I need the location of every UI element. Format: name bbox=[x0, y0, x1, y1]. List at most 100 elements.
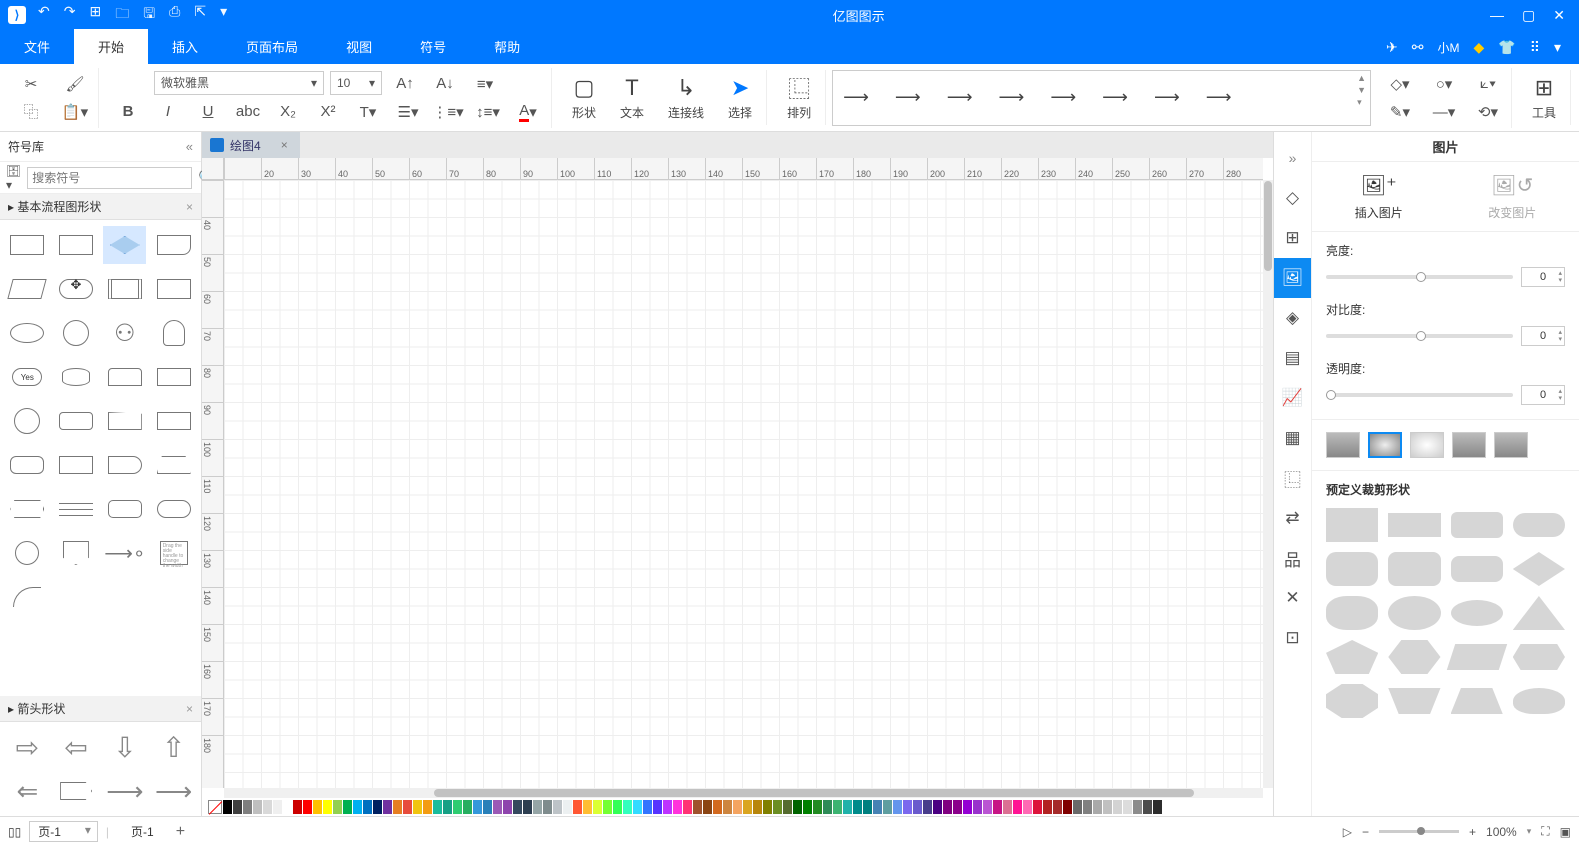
fill-icon[interactable]: ◇▾ bbox=[1383, 71, 1417, 97]
ribbon-shape[interactable]: ▢形状 bbox=[564, 72, 604, 123]
line-icon[interactable]: ✎▾ bbox=[1383, 99, 1417, 125]
color-swatch[interactable] bbox=[373, 800, 382, 814]
export-icon[interactable]: ⇱ bbox=[194, 3, 206, 27]
shape-person[interactable]: ⚇ bbox=[103, 314, 146, 352]
color-swatch[interactable] bbox=[763, 800, 772, 814]
color-swatch[interactable] bbox=[263, 800, 272, 814]
crop-roundsq[interactable] bbox=[1326, 552, 1378, 586]
shape-trap[interactable] bbox=[152, 446, 195, 484]
color-swatch[interactable] bbox=[423, 800, 432, 814]
color-swatch[interactable] bbox=[1063, 800, 1072, 814]
no-color-swatch[interactable] bbox=[208, 800, 222, 814]
crop-octagon[interactable] bbox=[1326, 684, 1378, 718]
shape-circle3[interactable] bbox=[6, 534, 49, 572]
ribbon-connector[interactable]: ↳连接线 bbox=[660, 72, 712, 123]
color-swatch[interactable] bbox=[963, 800, 972, 814]
play-icon[interactable]: ▷ bbox=[1343, 825, 1352, 839]
numbering-icon[interactable]: ⋮≡▾ bbox=[431, 99, 465, 125]
color-swatch[interactable] bbox=[313, 800, 322, 814]
shrink-font-icon[interactable]: A↓ bbox=[428, 71, 462, 97]
arrow-right[interactable]: ⇨ bbox=[6, 728, 49, 766]
color-swatch[interactable] bbox=[683, 800, 692, 814]
color-swatch[interactable] bbox=[1083, 800, 1092, 814]
color-swatch[interactable] bbox=[413, 800, 422, 814]
rotate-icon[interactable]: ⟲▾ bbox=[1471, 99, 1505, 125]
shape-manual[interactable] bbox=[103, 402, 146, 440]
color-swatch[interactable] bbox=[233, 800, 242, 814]
redo-icon[interactable]: ↷ bbox=[64, 3, 76, 27]
crop-rect[interactable] bbox=[1388, 513, 1440, 537]
color-swatch[interactable] bbox=[1103, 800, 1112, 814]
color-swatch[interactable] bbox=[543, 800, 552, 814]
shape-cylinder[interactable] bbox=[55, 402, 98, 440]
menu-dropdown-icon[interactable]: ▾ bbox=[1554, 39, 1561, 56]
open-icon[interactable]: 🗀 bbox=[115, 3, 129, 27]
menu-help[interactable]: 帮助 bbox=[470, 29, 544, 64]
color-swatch[interactable] bbox=[393, 800, 402, 814]
print-icon[interactable]: ⎙ bbox=[169, 3, 180, 27]
color-swatch[interactable] bbox=[243, 800, 252, 814]
send-icon[interactable]: ✈ bbox=[1386, 39, 1398, 56]
page-select[interactable]: 页-1 bbox=[29, 821, 98, 842]
color-swatch[interactable] bbox=[1153, 800, 1162, 814]
arrow-right3[interactable]: ⟶ bbox=[152, 772, 195, 810]
arrow-down[interactable]: ⇩ bbox=[104, 728, 147, 766]
align-icon[interactable]: ≡▾ bbox=[468, 71, 502, 97]
color-swatch[interactable] bbox=[753, 800, 762, 814]
vip-icon[interactable]: ◆ bbox=[1473, 39, 1484, 56]
menu-insert[interactable]: 插入 bbox=[148, 29, 222, 64]
color-swatch[interactable] bbox=[983, 800, 992, 814]
shape-data[interactable] bbox=[6, 270, 49, 308]
color-swatch[interactable] bbox=[893, 800, 902, 814]
crop-ellipse[interactable] bbox=[1451, 600, 1503, 626]
shape-wave[interactable] bbox=[55, 446, 98, 484]
color-swatch[interactable] bbox=[473, 800, 482, 814]
zoom-in-icon[interactable]: + bbox=[1469, 825, 1476, 839]
color-swatch[interactable] bbox=[1033, 800, 1042, 814]
crop-pill[interactable] bbox=[1513, 513, 1565, 537]
color-swatch[interactable] bbox=[523, 800, 532, 814]
color-swatch[interactable] bbox=[383, 800, 392, 814]
shape-stored[interactable] bbox=[152, 270, 195, 308]
apps-icon[interactable]: ⠿ bbox=[1530, 39, 1540, 56]
search-symbol-input[interactable] bbox=[27, 167, 192, 189]
grow-font-icon[interactable]: A↑ bbox=[388, 71, 422, 97]
color-swatch[interactable] bbox=[813, 800, 822, 814]
rail-fill-icon[interactable]: ◇ bbox=[1274, 178, 1312, 218]
crop-square[interactable] bbox=[1326, 508, 1378, 542]
color-swatch[interactable] bbox=[453, 800, 462, 814]
shape-display2[interactable] bbox=[152, 402, 195, 440]
color-swatch[interactable] bbox=[863, 800, 872, 814]
color-swatch[interactable] bbox=[733, 800, 742, 814]
color-swatch[interactable] bbox=[1093, 800, 1102, 814]
color-swatch[interactable] bbox=[293, 800, 302, 814]
crop-circle[interactable] bbox=[1388, 596, 1440, 630]
subscript-icon[interactable]: X₂ bbox=[271, 99, 305, 125]
color-swatch[interactable] bbox=[1053, 800, 1062, 814]
rail-grid-icon[interactable]: ⊞ bbox=[1274, 218, 1312, 258]
color-swatch[interactable] bbox=[593, 800, 602, 814]
color-swatch[interactable] bbox=[223, 800, 232, 814]
zoom-slider[interactable] bbox=[1379, 830, 1459, 833]
share-icon[interactable]: ⚯ bbox=[1412, 39, 1424, 56]
menu-layout[interactable]: 页面布局 bbox=[222, 29, 322, 64]
color-swatch[interactable] bbox=[283, 800, 292, 814]
menu-symbol[interactable]: 符号 bbox=[396, 29, 470, 64]
brightness-slider[interactable] bbox=[1326, 275, 1513, 279]
arrow-up[interactable]: ⇧ bbox=[152, 728, 195, 766]
color-swatch[interactable] bbox=[1113, 800, 1122, 814]
color-swatch[interactable] bbox=[843, 800, 852, 814]
expand-rail-icon[interactable]: » bbox=[1274, 138, 1312, 178]
canvas[interactable] bbox=[224, 180, 1263, 788]
color-swatch[interactable] bbox=[513, 800, 522, 814]
rail-component-icon[interactable]: ⿺ bbox=[1274, 458, 1312, 498]
rail-layers-icon[interactable]: ◈ bbox=[1274, 298, 1312, 338]
color-swatch[interactable] bbox=[613, 800, 622, 814]
shape-arc[interactable] bbox=[6, 578, 49, 616]
doc-close-icon[interactable]: × bbox=[281, 138, 288, 152]
effect-4[interactable] bbox=[1452, 432, 1486, 458]
rail-random-icon[interactable]: ✕ bbox=[1274, 578, 1312, 618]
copy-icon[interactable]: ⿻ bbox=[14, 99, 48, 125]
color-swatch[interactable] bbox=[1003, 800, 1012, 814]
library-menu-icon[interactable]: 🗄▾ bbox=[6, 164, 21, 192]
